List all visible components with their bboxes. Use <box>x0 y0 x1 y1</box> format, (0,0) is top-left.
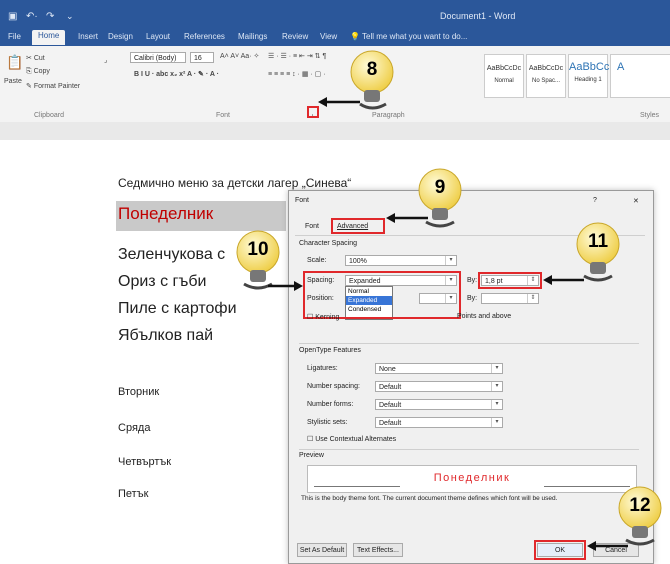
callout-layer <box>236 50 662 551</box>
callout-number-9: 9 <box>434 177 446 198</box>
callout-number-11: 11 <box>587 231 609 252</box>
callout-number-10: 10 <box>247 239 269 260</box>
callout-number-8: 8 <box>366 59 378 80</box>
callout-number-12: 12 <box>629 495 651 516</box>
